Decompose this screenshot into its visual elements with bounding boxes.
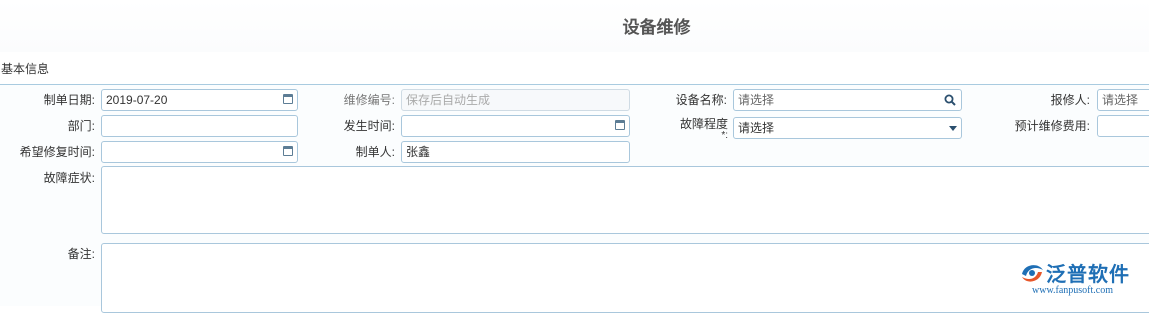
chevron-down-icon[interactable] <box>949 126 957 131</box>
occur-time-field[interactable] <box>401 115 630 137</box>
fault-symptom-textarea[interactable] <box>101 166 1149 234</box>
fault-level-select[interactable]: 请选择 <box>733 117 962 139</box>
reporter-select[interactable]: 请选择 <box>1097 89 1149 111</box>
occur-time-label: 发生时间: <box>343 119 395 133</box>
repair-no-field: 保存后自动生成 <box>401 89 630 111</box>
remark-textarea[interactable] <box>101 243 1149 313</box>
reporter-placeholder: 请选择 <box>1102 93 1139 107</box>
department-label: 部门: <box>67 119 95 133</box>
logo-name: 泛普软件 <box>1046 264 1130 286</box>
estimated-cost-field[interactable] <box>1097 115 1149 137</box>
reporter-label: 报修人: <box>1050 93 1090 107</box>
calendar-icon[interactable] <box>615 120 625 130</box>
repair-no-label: 维修编号: <box>343 93 395 107</box>
calendar-icon[interactable] <box>283 94 293 104</box>
expected-repair-time-label: 希望修复时间: <box>19 145 95 159</box>
create-date-value: 2019-07-20 <box>106 93 168 107</box>
department-field[interactable] <box>101 115 298 137</box>
create-date-field[interactable]: 2019-07-20 <box>101 89 298 111</box>
estimated-cost-label: 预计维修费用: <box>1014 119 1090 133</box>
device-name-select[interactable]: 请选择 <box>733 89 962 111</box>
creator-value: 张鑫 <box>406 145 431 159</box>
create-date-label: 制单日期: <box>43 93 95 107</box>
search-icon[interactable] <box>944 94 956 106</box>
remark-label: 备注: <box>67 247 95 261</box>
section-header-basic-info: 基本信息 <box>0 52 1149 85</box>
company-logo: 泛普软件 www.fanpusoft.com <box>1018 258 1143 300</box>
creator-field[interactable]: 张鑫 <box>401 141 630 163</box>
fault-level-value: 请选择 <box>738 121 775 135</box>
device-name-label: 设备名称: <box>675 93 727 107</box>
logo-mark-icon <box>1022 265 1043 282</box>
creator-label: 制单人: <box>355 145 395 159</box>
fault-symptom-label: 故障症状: <box>43 171 95 185</box>
expected-repair-time-field[interactable] <box>101 141 298 163</box>
repair-no-placeholder: 保存后自动生成 <box>406 93 491 107</box>
logo-url: www.fanpusoft.com <box>1032 285 1114 296</box>
calendar-icon[interactable] <box>283 146 293 156</box>
device-name-placeholder: 请选择 <box>738 93 775 107</box>
page-title: 设备维修 <box>0 0 1149 52</box>
fault-level-label: 故障程度 <box>679 117 728 131</box>
fault-level-required-mark: *: <box>721 130 728 141</box>
